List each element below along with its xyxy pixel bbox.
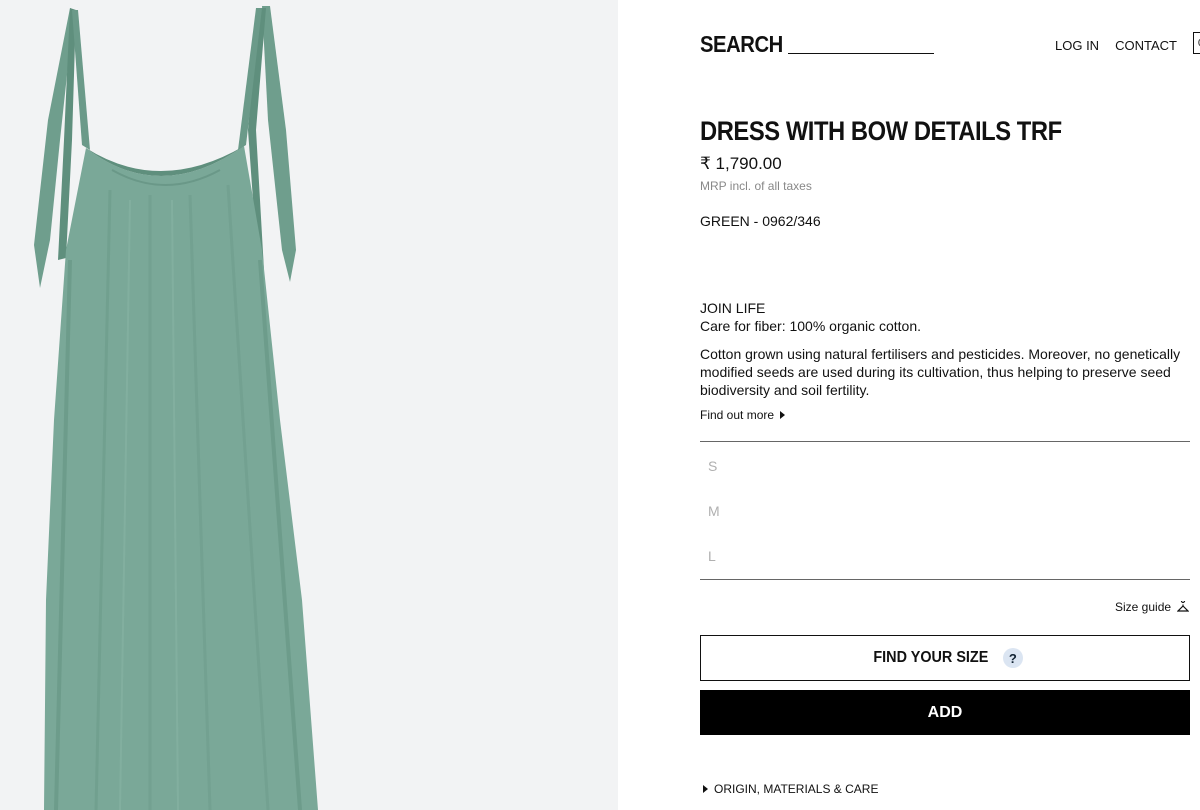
product-title: DRESS WITH BOW DETAILS TRF bbox=[700, 116, 1062, 146]
caret-right-icon bbox=[703, 785, 708, 793]
login-link[interactable]: LOG IN bbox=[1055, 38, 1099, 53]
caret-right-icon bbox=[780, 411, 786, 419]
find-out-more-link[interactable]: Find out more bbox=[700, 408, 786, 422]
size-option-m[interactable]: M bbox=[708, 503, 720, 519]
dress-illustration bbox=[34, 6, 318, 810]
tax-note: MRP incl. of all taxes bbox=[700, 179, 812, 193]
top-nav: LOG IN CONTACT 0 bbox=[1055, 32, 1200, 54]
origin-materials-care-link[interactable]: ORIGIN, MATERIALS & CARE bbox=[703, 782, 878, 796]
search-label: SEARCH bbox=[700, 31, 783, 57]
size-selector: S M L bbox=[700, 441, 1190, 580]
product-page: SEARCH LOG IN CONTACT 0 DRESS WITH BOW D… bbox=[0, 0, 1200, 810]
size-option-l[interactable]: L bbox=[708, 548, 716, 564]
join-life-section: JOIN LIFE Care for fiber: 100% organic c… bbox=[700, 299, 921, 335]
cart-icon[interactable]: 0 bbox=[1192, 32, 1200, 54]
search-field[interactable]: SEARCH bbox=[700, 30, 935, 58]
hanger-icon bbox=[1177, 601, 1190, 612]
size-guide-label: Size guide bbox=[1115, 600, 1172, 614]
search-input-line[interactable] bbox=[788, 53, 935, 54]
origin-materials-care-label: ORIGIN, MATERIALS & CARE bbox=[714, 782, 879, 796]
product-image[interactable] bbox=[0, 0, 618, 810]
join-life-title: JOIN LIFE bbox=[700, 300, 766, 316]
add-to-cart-button[interactable]: ADD bbox=[700, 690, 1190, 735]
help-icon: ? bbox=[1002, 648, 1023, 668]
product-price: ₹ 1,790.00 bbox=[700, 154, 782, 173]
care-info: Care for fiber: 100% organic cotton. bbox=[700, 318, 922, 334]
find-out-more-label: Find out more bbox=[700, 408, 775, 422]
find-your-size-label: FIND YOUR SIZE bbox=[873, 649, 989, 666]
contact-link[interactable]: CONTACT bbox=[1115, 38, 1177, 53]
sustainability-description: Cotton grown using natural fertilisers a… bbox=[700, 346, 1181, 398]
find-your-size-button[interactable]: FIND YOUR SIZE ? bbox=[700, 635, 1190, 681]
size-option-s[interactable]: S bbox=[708, 458, 717, 474]
size-guide-link[interactable]: Size guide bbox=[1115, 600, 1190, 614]
color-reference: GREEN - 0962/346 bbox=[700, 213, 821, 229]
